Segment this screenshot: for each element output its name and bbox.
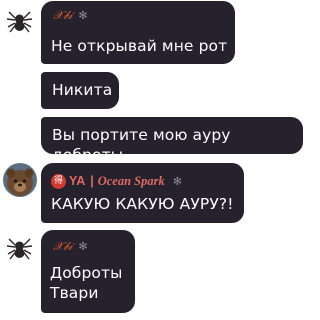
spider-icon (3, 232, 36, 265)
spider-icon: ✻ (172, 174, 182, 188)
sender-name[interactable]: 𝒳𝒷𝒾 (53, 239, 72, 254)
sender-name-part2[interactable]: Ocean Spark (98, 174, 165, 189)
message-bubble[interactable]: 𝒳𝒷𝒾 ✻ Доброты Твари (41, 230, 135, 313)
sender-avatar-xbi[interactable] (3, 232, 36, 265)
message-bubble[interactable]: Вы портите мою ауру доброты (41, 117, 303, 164)
sender-name[interactable]: 𝒳𝒷𝒾 (53, 8, 72, 23)
message-text: Доброты Твари (50, 264, 123, 302)
message-text: Никита (52, 81, 113, 99)
message-bubble[interactable]: 得 YA | Ocean Spark ✻ КАКУЮ КАКУЮ АУРУ?! (41, 163, 244, 223)
sender-prefix-badge: 得 (51, 173, 66, 189)
message-text: Не открывай мне рот (51, 37, 228, 55)
message-text: КАКУЮ КАКУЮ АУРУ?! (51, 195, 234, 213)
sender-name-separator: | (90, 174, 94, 188)
message-bubble[interactable]: Никита (41, 72, 119, 109)
message-bubble[interactable]: 𝒳𝒷𝒾 ✻ Не открывай мне рот (41, 1, 235, 64)
spider-icon: ✻ (78, 8, 88, 22)
bear-avatar-icon (3, 163, 37, 197)
spider-icon: ✻ (78, 239, 88, 253)
message-text: Вы портите мою ауру доброты (52, 126, 231, 164)
sender-avatar-ocean-spark[interactable] (3, 163, 37, 197)
spider-icon (3, 5, 36, 38)
sender-name-part1[interactable]: YA (69, 174, 85, 188)
sender-avatar-xbi[interactable] (3, 5, 36, 38)
